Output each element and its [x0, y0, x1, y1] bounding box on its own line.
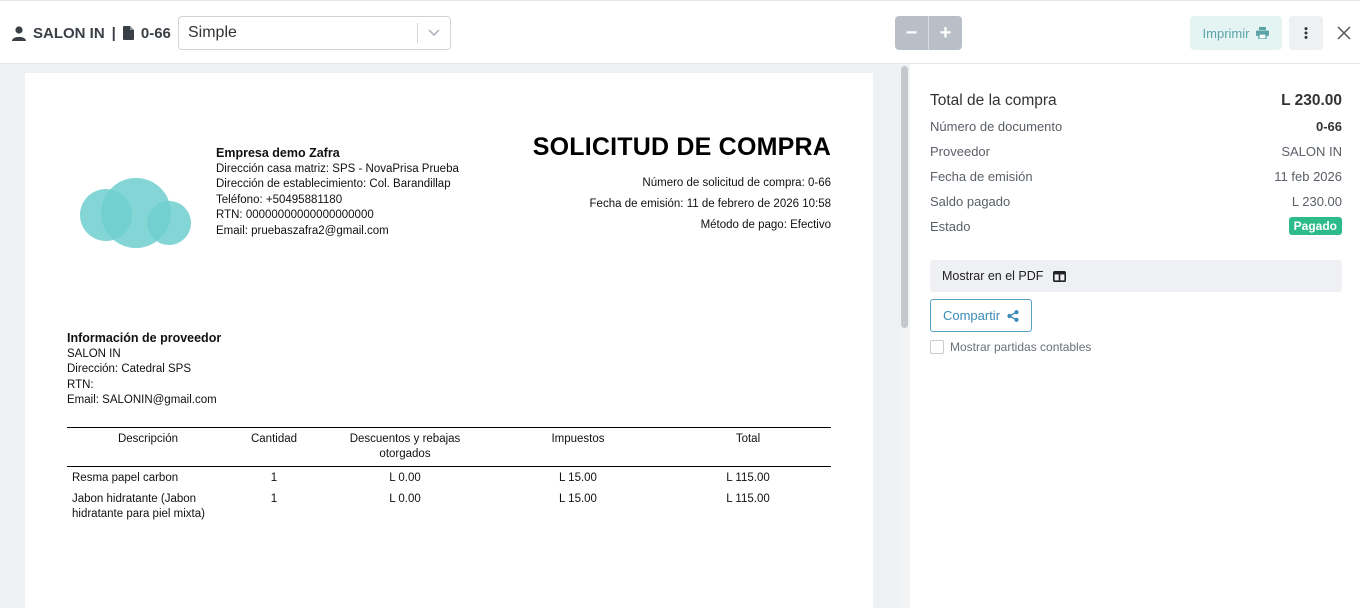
provider-address: Dirección: Catedral SPS: [67, 363, 191, 375]
document-viewer: Empresa demo Zafra Dirección casa matriz…: [0, 64, 910, 613]
field-label: Fecha de emisión: [930, 169, 1033, 184]
table-header-row: Descripción Cantidad Descuentos y rebaja…: [67, 427, 831, 467]
total-label: Total de la compra: [930, 92, 1057, 109]
show-in-pdf-label: Mostrar en el PDF: [942, 269, 1044, 283]
row-description: Jabon hidratante (Jabon hidratante para …: [72, 493, 205, 520]
issue-date-row: Fecha de emisión 11 feb 2026: [930, 169, 1342, 184]
template-select[interactable]: Simple: [178, 16, 451, 50]
document-page: Empresa demo Zafra Dirección casa matriz…: [25, 73, 873, 613]
doc-number-tag: 0-66: [122, 24, 171, 42]
provider-info: Información de proveedor SALON IN Direcc…: [67, 331, 221, 409]
field-value: 11 feb 2026: [1274, 169, 1342, 184]
row-discount: L 0.00: [389, 472, 421, 484]
field-label: Saldo pagado: [930, 194, 1011, 209]
payment-method: Método de pago: Efectivo: [700, 219, 831, 231]
more-options-button[interactable]: [1289, 16, 1323, 50]
zoom-out-button[interactable]: −: [895, 16, 928, 50]
doc-number: 0-66: [140, 24, 171, 42]
template-select-value: Simple: [188, 24, 237, 41]
paid-balance-row: Saldo pagado L 230.00: [930, 194, 1342, 209]
provider-heading: Información de proveedor: [67, 331, 222, 345]
table-row: Resma papel carbon 1 L 0.00 L 15.00 L 11…: [67, 467, 831, 489]
provider-name: SALON IN: [67, 347, 121, 360]
field-value: SALON IN: [1281, 144, 1342, 159]
more-vertical-icon: [1304, 27, 1308, 39]
company-rtn: RTN: 00000000000000000000: [216, 209, 374, 221]
row-total: L 115.00: [726, 472, 770, 484]
row-description: Resma papel carbon: [72, 472, 179, 484]
row-quantity: 1: [270, 472, 278, 484]
provider-rtn: RTN:: [67, 378, 94, 391]
close-button[interactable]: [1334, 23, 1354, 43]
chevron-down-icon[interactable]: [418, 29, 450, 37]
share-label: Compartir: [942, 308, 1001, 323]
field-label: Estado: [930, 218, 971, 234]
row-total: L 115.00: [726, 493, 770, 505]
supplier-tag: SALON IN: [12, 25, 105, 42]
supplier-name: SALON IN: [33, 24, 105, 42]
show-entries-option[interactable]: Mostrar partidas contables: [930, 340, 1091, 354]
show-in-pdf-button[interactable]: Mostrar en el PDF: [930, 260, 1342, 292]
company-logo: [80, 178, 191, 248]
col-total: Total: [665, 427, 831, 467]
close-icon: [1337, 26, 1351, 40]
document-title: SOLICITUD DE COMPRA: [532, 133, 831, 161]
top-toolbar: SALON IN | 0-66 Simple − + Imprimir: [0, 0, 1360, 64]
company-address-branch: Dirección de establecimiento: Col. Baran…: [216, 178, 451, 190]
issue-date: Fecha de emisión: 11 de febrero de 2026 …: [589, 198, 831, 210]
header-separator: |: [111, 24, 116, 42]
zoom-in-button[interactable]: +: [929, 16, 962, 50]
status-row: Estado Pagado: [930, 217, 1342, 235]
company-address-main: Dirección casa matriz: SPS - NovaPrisa P…: [216, 162, 459, 175]
col-quantity: Cantidad: [229, 427, 319, 467]
col-description: Descripción: [67, 427, 229, 467]
zoom-control: − +: [895, 16, 962, 50]
table-row: Jabon hidratante (Jabon hidratante para …: [67, 488, 831, 524]
field-label: Proveedor: [930, 144, 990, 159]
columns-icon: [1053, 270, 1067, 282]
share-icon: [1007, 309, 1019, 322]
row-tax: L 15.00: [559, 472, 597, 484]
total-value: L 230.00: [1281, 92, 1342, 109]
row-tax: L 15.00: [559, 493, 597, 505]
print-label: Imprimir: [1202, 25, 1250, 41]
document-context: SALON IN | 0-66: [12, 16, 171, 50]
document-meta: Número de solicitud de compra: 0-66 Fech…: [590, 173, 831, 236]
show-entries-checkbox[interactable]: [930, 340, 944, 354]
summary-panel: Total de la compra L 230.00 Número de do…: [910, 64, 1360, 608]
row-discount: L 0.00: [389, 493, 421, 505]
company-name: Empresa demo Zafra: [216, 146, 340, 160]
company-phone: Teléfono: +50495881180: [216, 193, 343, 206]
printer-icon: [1256, 27, 1270, 39]
request-number: Número de solicitud de compra: 0-66: [642, 177, 831, 189]
field-label: Número de documento: [930, 119, 1063, 134]
share-button[interactable]: Compartir: [930, 299, 1032, 332]
col-taxes: Impuestos: [491, 427, 665, 467]
col-discounts: Descuentos y rebajas otorgados: [319, 427, 491, 467]
company-info: Empresa demo Zafra Dirección casa matriz…: [216, 146, 459, 239]
status-badge: Pagado: [1288, 217, 1342, 235]
field-value: 0-66: [1315, 119, 1342, 134]
show-entries-label: Mostrar partidas contables: [950, 340, 1092, 354]
provider-email: Email: SALONIN@gmail.com: [67, 394, 217, 406]
viewer-scrollbar-thumb[interactable]: [901, 66, 908, 328]
doc-number-row: Número de documento 0-66: [930, 119, 1342, 134]
print-button[interactable]: Imprimir: [1190, 16, 1282, 50]
items-table: Descripción Cantidad Descuentos y rebaja…: [67, 427, 831, 524]
company-email: Email: pruebaszafra2@gmail.com: [216, 224, 389, 237]
file-icon: [122, 26, 134, 40]
user-icon: [12, 25, 26, 41]
row-quantity: 1: [270, 493, 278, 505]
provider-row: Proveedor SALON IN: [930, 144, 1342, 159]
total-row: Total de la compra L 230.00: [930, 92, 1342, 110]
field-value: L 230.00: [1291, 194, 1342, 209]
